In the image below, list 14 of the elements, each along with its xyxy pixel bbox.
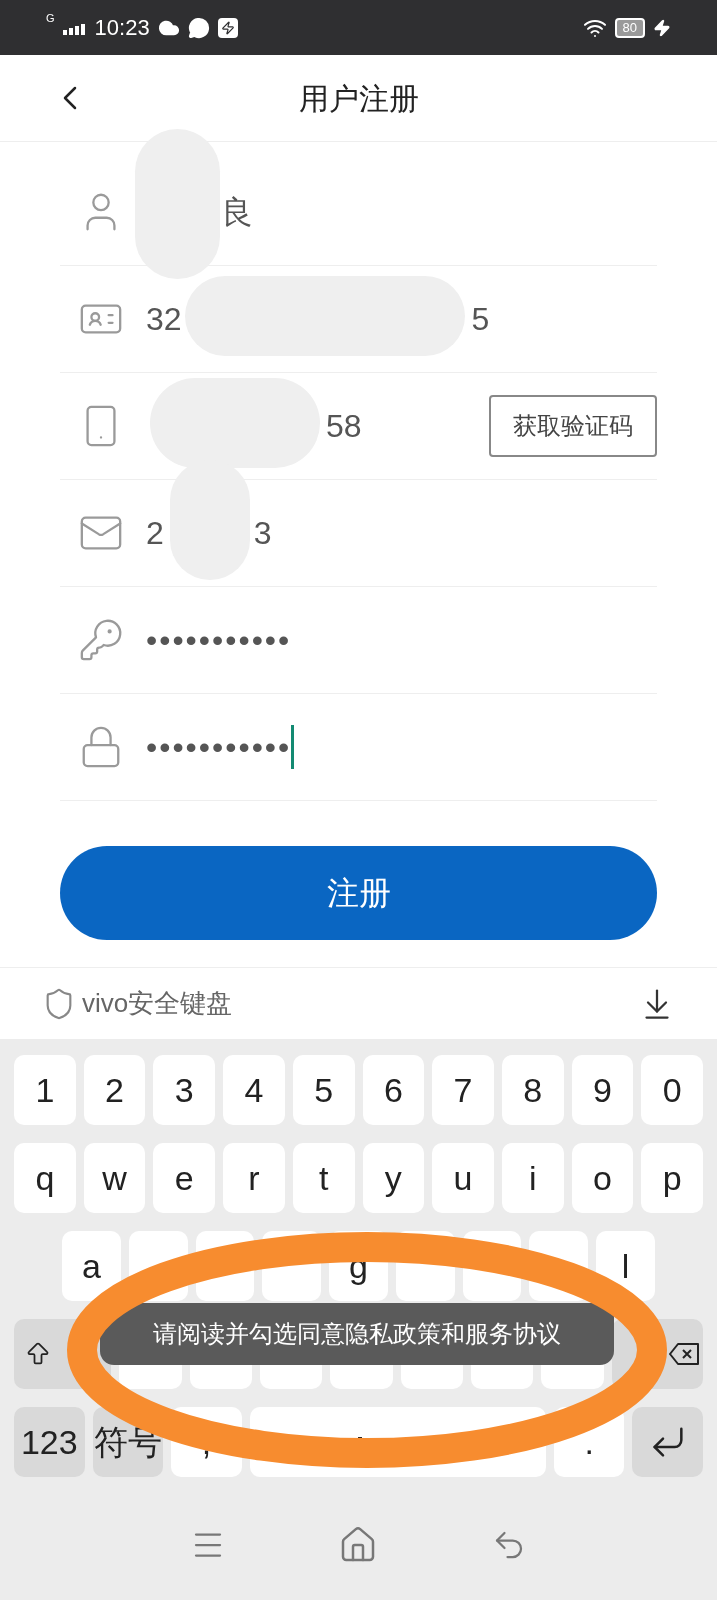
clock: 10:23 [94,14,150,42]
field-value: 32 [146,300,182,339]
field-value: ••••••••••• [146,728,292,767]
field-value: 2 [146,514,164,553]
agreement-toast: 请阅读并勾选同意隐私政策和服务协议 [100,1303,614,1365]
field-value: 58 [326,407,362,446]
field-value: 5 [471,300,490,339]
field-value: ••••••••••• [146,621,292,660]
network-type: G [46,11,55,26]
field-value: 3 [253,514,272,553]
field-value: 良 [221,193,253,232]
keyboard-title: vivo安全键盘 [82,987,233,1020]
page-title: 用户注册 [298,80,419,117]
battery-icon: 80 [614,17,645,38]
